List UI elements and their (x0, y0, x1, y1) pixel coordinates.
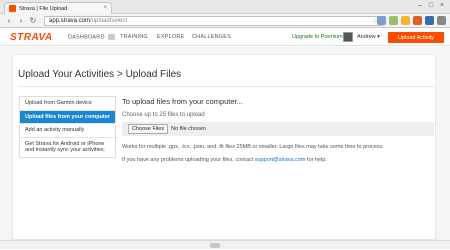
extension-icon[interactable] (389, 16, 398, 25)
help-suffix: for help. (305, 157, 327, 163)
minimize-icon[interactable]: – (416, 2, 424, 10)
window-controls: – □ × (416, 2, 446, 10)
nav-dashboard[interactable]: DASHBOARD (68, 34, 115, 40)
browser-toolbar: ‹ › ↻ app.strava.com /upload/select ☆ (0, 14, 450, 28)
nav-training[interactable]: TRAINING (120, 34, 148, 40)
page-title: Upload Your Activities > Upload Files (18, 69, 182, 80)
nav-challenges[interactable]: CHALLENGES (192, 34, 231, 40)
address-bar[interactable]: app.strava.com /upload/select ☆ (44, 16, 384, 26)
no-file-label: No file chosen (171, 126, 206, 132)
back-icon[interactable]: ‹ (4, 16, 14, 26)
choose-files-button[interactable]: Choose Files (128, 124, 169, 134)
site-header: STRAVA DASHBOARD TRAINING EXPLORE CHALLE… (0, 29, 450, 46)
upload-subheading: Choose up to 25 files to upload (122, 112, 205, 118)
extension-icon[interactable] (401, 16, 410, 25)
url-host: app.strava.com (49, 18, 91, 24)
upgrade-link[interactable]: Upgrade to Premium (292, 34, 343, 40)
avatar[interactable] (343, 32, 353, 42)
strava-favicon-icon (9, 5, 16, 12)
help-prefix: If you have any problems uploading your … (122, 157, 255, 163)
support-email-link[interactable]: support@strava.com (255, 157, 306, 163)
title-divider (18, 86, 434, 87)
nav-dashboard-label: DASHBOARD (68, 34, 105, 41)
sidebar-item-mobile[interactable]: Get Strava for Android or iPhone and ins… (20, 137, 115, 157)
extension-icons (377, 16, 446, 25)
formats-note: Works for multiple .gpx, .tcx, .json, an… (122, 144, 384, 150)
horizontal-scrollbar[interactable] (0, 240, 450, 249)
dropdown-badge-icon (107, 34, 115, 40)
extension-icon[interactable] (425, 16, 434, 25)
upload-heading: To upload files from your computer... (122, 97, 243, 106)
close-window-icon[interactable]: × (438, 2, 446, 10)
nav-explore[interactable]: EXPLORE (157, 34, 184, 40)
extension-icon[interactable] (413, 16, 422, 25)
tab-title: Strava | File Upload (19, 5, 68, 12)
extension-icon[interactable] (377, 16, 386, 25)
sidebar-item-garmin[interactable]: Upload from Garmin device (20, 97, 115, 111)
reload-icon[interactable]: ↻ (28, 16, 38, 26)
strava-logo[interactable]: STRAVA (10, 32, 53, 43)
scrollbar-thumb[interactable] (210, 243, 220, 248)
sidebar-item-manual[interactable]: Add an activity manually (20, 124, 115, 138)
user-menu[interactable]: Andrew ▾ (357, 34, 380, 40)
forward-icon[interactable]: › (16, 16, 26, 26)
browser-tab[interactable]: Strava | File Upload × (4, 2, 112, 14)
browser-titlebar: Strava | File Upload × – □ × (0, 0, 450, 14)
help-note: If you have any problems uploading your … (122, 157, 327, 163)
file-picker: Choose Files No file chosen (122, 122, 434, 136)
url-path: /upload/select (90, 18, 128, 24)
menu-icon[interactable] (437, 16, 446, 25)
maximize-icon[interactable]: □ (427, 2, 435, 10)
upload-sidebar: Upload from Garmin device Upload files f… (19, 96, 116, 158)
tab-close-icon[interactable]: × (103, 5, 107, 11)
sidebar-item-upload-files[interactable]: Upload files from your computer (20, 110, 115, 124)
upload-activity-button[interactable]: Upload Activity (388, 32, 444, 43)
